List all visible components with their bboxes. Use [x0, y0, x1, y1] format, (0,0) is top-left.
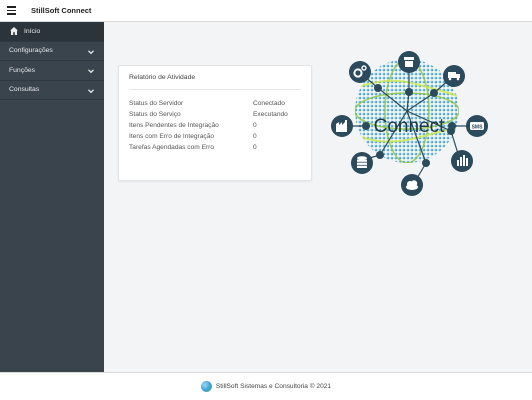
- status-row: Itens com Erro de Integração 0: [129, 131, 305, 142]
- truck-icon: [443, 65, 465, 87]
- sidebar: Início Configurações Funções Consultas: [0, 22, 104, 372]
- sidebar-item-label: Funções: [9, 66, 36, 74]
- sidebar-item-label: Consultas: [9, 86, 40, 94]
- hamburger-icon[interactable]: [0, 0, 22, 22]
- chevron-down-icon: [87, 67, 95, 75]
- chevron-down-icon: [87, 48, 95, 56]
- footer: StillSoft Sistemas e Consultoria © 2021: [0, 372, 532, 400]
- home-icon: [9, 26, 19, 36]
- sms-icon: SMS: [466, 115, 488, 137]
- svg-text:SMS: SMS: [472, 125, 484, 131]
- row-value: Conectado: [253, 100, 285, 107]
- row-label: Tarefas Agendadas com Erro: [129, 144, 215, 151]
- store-icon: [398, 51, 420, 73]
- sidebar-item-inicio[interactable]: Início: [0, 22, 104, 42]
- logo-wordmark: Connect: [374, 116, 445, 137]
- status-row: Tarefas Agendadas com Erro 0: [129, 142, 305, 153]
- status-row: Itens Pendentes de Integração 0: [129, 120, 305, 131]
- company-logo-icon: [200, 381, 212, 392]
- gears-icon: [349, 61, 371, 83]
- sidebar-item-configuracoes[interactable]: Configurações: [0, 42, 104, 61]
- footer-text: StillSoft Sistemas e Consultoria © 2021: [215, 383, 332, 390]
- row-value: Executando: [253, 111, 288, 118]
- row-label: Itens com Erro de Integração: [129, 133, 215, 140]
- status-row: Status do Serviço Executando: [129, 109, 305, 120]
- bar-chart-icon: [451, 150, 473, 172]
- database-icon: [351, 152, 373, 174]
- sidebar-item-label: Configurações: [9, 47, 53, 55]
- connect-logo: Connect SMS: [326, 36, 488, 196]
- top-bar: StillSoft Connect: [0, 0, 532, 22]
- divider: [129, 89, 301, 90]
- sidebar-item-consultas[interactable]: Consultas: [0, 81, 104, 100]
- factory-icon: [331, 115, 353, 137]
- row-label: Status do Servidor: [129, 100, 184, 107]
- cloud-icon: [401, 174, 423, 196]
- main-content: Relatório de Atividade Status do Servido…: [104, 22, 532, 372]
- sidebar-item-label: Início: [24, 27, 41, 35]
- activity-report-card: Relatório de Atividade Status do Servido…: [118, 65, 312, 181]
- row-value: 0: [253, 133, 257, 140]
- sidebar-item-funcoes[interactable]: Funções: [0, 61, 104, 81]
- row-label: Itens Pendentes de Integração: [129, 122, 219, 129]
- chevron-down-icon: [87, 87, 95, 95]
- row-value: 0: [253, 144, 257, 151]
- status-row: Status do Servidor Conectado: [129, 98, 305, 109]
- app-title: StillSoft Connect: [31, 6, 92, 15]
- row-label: Status do Serviço: [129, 111, 181, 118]
- card-title: Relatório de Atividade: [129, 74, 196, 81]
- row-value: 0: [253, 122, 257, 129]
